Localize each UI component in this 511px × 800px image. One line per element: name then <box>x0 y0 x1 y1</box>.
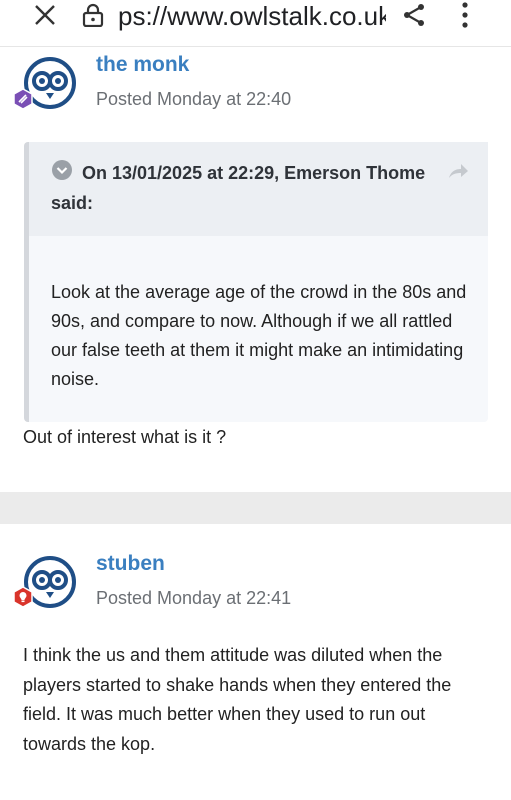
quote-attribution[interactable]: On 13/01/2025 at 22:29, Emerson Thome sa… <box>51 158 431 218</box>
post-body: I think the us and them attitude was dil… <box>23 645 452 754</box>
lock-icon[interactable] <box>82 3 104 27</box>
post-divider <box>0 492 511 524</box>
post-timestamp[interactable]: Posted Monday at 22:41 <box>96 587 291 609</box>
forum-post: stuben Posted Monday at 22:41 I think th… <box>0 524 511 800</box>
go-to-post-icon[interactable] <box>447 162 469 180</box>
url-bar[interactable]: ps://www.owlstalk.co.uk/t <box>118 1 386 31</box>
share-icon[interactable] <box>402 3 426 27</box>
post-author[interactable]: stuben <box>96 552 165 576</box>
rank-badge-icon <box>13 88 33 110</box>
forum-post: the monk Posted Monday at 22:40 On 13/01… <box>0 47 511 492</box>
post-timestamp[interactable]: Posted Monday at 22:40 <box>96 88 291 110</box>
quote-header: On 13/01/2025 at 22:29, Emerson Thome sa… <box>29 142 488 236</box>
more-vert-icon[interactable] <box>455 2 475 28</box>
rank-badge-icon <box>13 586 33 608</box>
close-icon[interactable] <box>33 3 57 27</box>
browser-toolbar: ps://www.owlstalk.co.uk/t <box>0 0 511 47</box>
post-body: Out of interest what is it ? <box>23 427 227 447</box>
quote-text: Look at the average age of the crowd in … <box>51 282 467 389</box>
quote-block: On 13/01/2025 at 22:29, Emerson Thome sa… <box>24 142 488 422</box>
post-author[interactable]: the monk <box>96 53 189 77</box>
